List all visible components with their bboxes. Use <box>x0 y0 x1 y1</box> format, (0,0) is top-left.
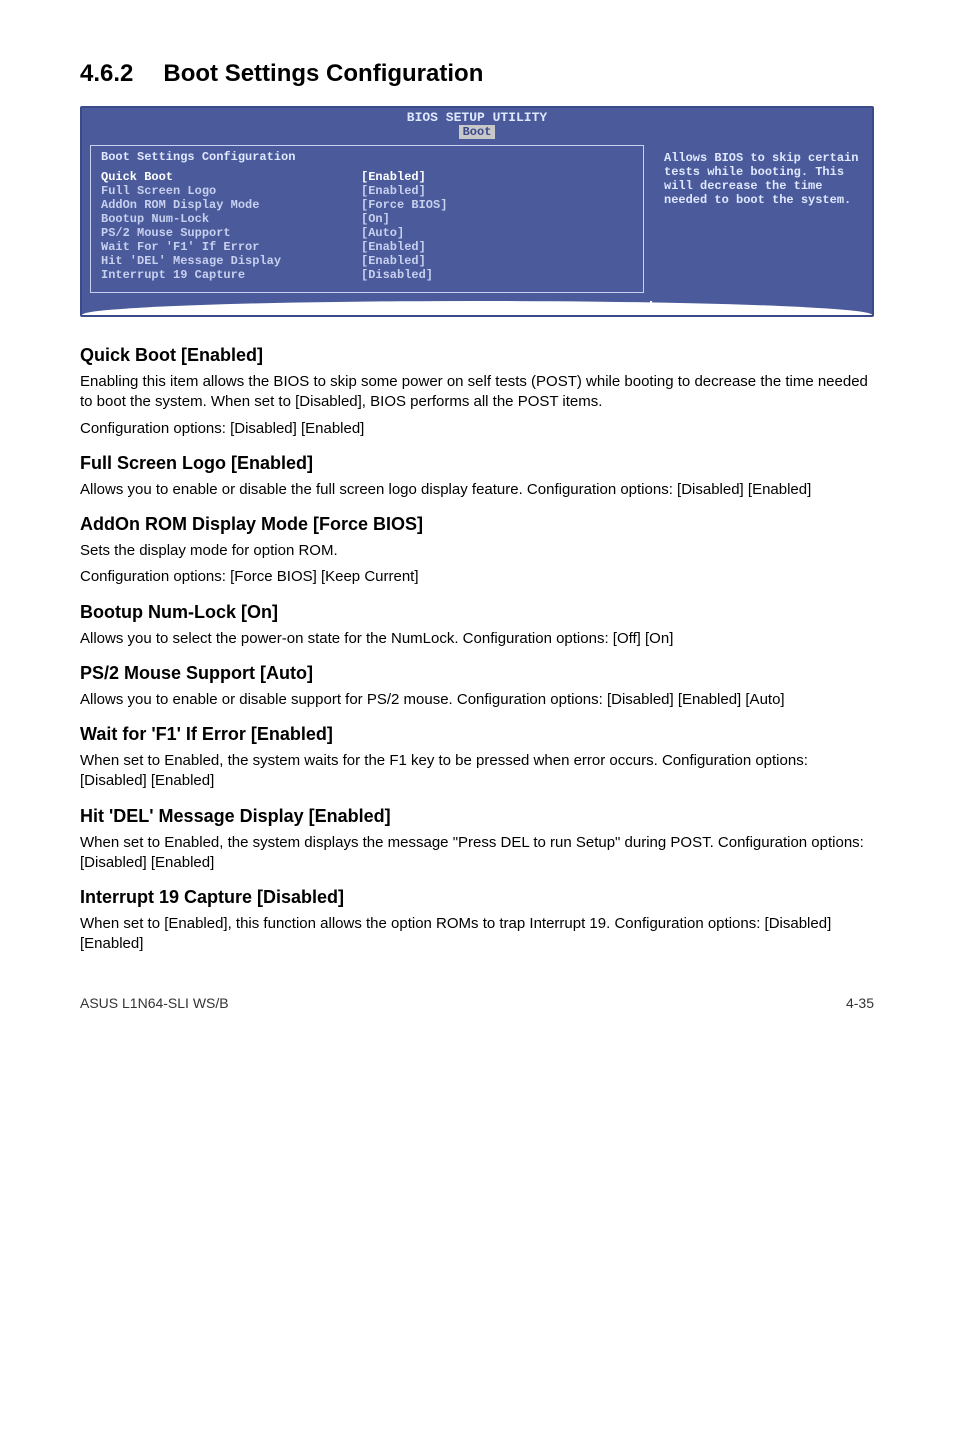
page-footer: ASUS L1N64-SLI WS/B 4-35 <box>80 995 874 1011</box>
setting-heading: Hit 'DEL' Message Display [Enabled] <box>80 806 874 827</box>
bios-tab-row: Boot <box>82 125 872 139</box>
bios-setting-row: Bootup Num-Lock[On] <box>101 212 633 226</box>
bios-setting-value: [Disabled] <box>361 268 433 282</box>
bios-setting-row: Wait For 'F1' If Error[Enabled] <box>101 240 633 254</box>
setting-heading: Wait for 'F1' If Error [Enabled] <box>80 724 874 745</box>
setting-heading: Quick Boot [Enabled] <box>80 345 874 366</box>
bios-setting-row: Quick Boot[Enabled] <box>101 170 633 184</box>
bios-setting-row: PS/2 Mouse Support[Auto] <box>101 226 633 240</box>
bios-setting-row: Interrupt 19 Capture[Disabled] <box>101 268 633 282</box>
section-title-text: Boot Settings Configuration <box>163 60 483 87</box>
setting-heading: PS/2 Mouse Support [Auto] <box>80 663 874 684</box>
footer-left: ASUS L1N64-SLI WS/B <box>80 995 229 1011</box>
bios-setting-value: [Enabled] <box>361 184 426 198</box>
setting-heading: AddOn ROM Display Mode [Force BIOS] <box>80 514 874 535</box>
bios-setting-label: Wait For 'F1' If Error <box>101 240 361 254</box>
setting-heading: Bootup Num-Lock [On] <box>80 602 874 623</box>
bios-setting-label: Quick Boot <box>101 170 361 184</box>
setting-description: When set to Enabled, the system displays… <box>80 833 874 874</box>
bios-active-tab: Boot <box>459 125 496 139</box>
setting-description: Allows you to enable or disable support … <box>80 690 874 710</box>
bios-setting-value: [Auto] <box>361 226 404 240</box>
bios-setting-label: AddOn ROM Display Mode <box>101 198 361 212</box>
bios-setting-value: [On] <box>361 212 390 226</box>
bios-setting-row: Hit 'DEL' Message Display[Enabled] <box>101 254 633 268</box>
setting-description: Allows you to select the power-on state … <box>80 629 874 649</box>
bios-setting-label: Hit 'DEL' Message Display <box>101 254 361 268</box>
bios-setting-row: Full Screen Logo[Enabled] <box>101 184 633 198</box>
bios-setting-label: Bootup Num-Lock <box>101 212 361 226</box>
bios-help-text: Allows BIOS to skip certain tests while … <box>652 143 872 303</box>
footer-right: 4-35 <box>846 995 874 1011</box>
bios-setting-label: PS/2 Mouse Support <box>101 226 361 240</box>
section-number: 4.6.2 <box>80 60 133 88</box>
setting-heading: Full Screen Logo [Enabled] <box>80 453 874 474</box>
bios-setting-value: [Enabled] <box>361 240 426 254</box>
bios-setting-value: [Enabled] <box>361 170 426 184</box>
setting-description: Configuration options: [Force BIOS] [Kee… <box>80 567 874 587</box>
setting-description: Allows you to enable or disable the full… <box>80 480 874 500</box>
setting-description: Sets the display mode for option ROM. <box>80 541 874 561</box>
setting-description: When set to Enabled, the system waits fo… <box>80 751 874 792</box>
bios-header: BIOS SETUP UTILITY <box>82 108 872 125</box>
bios-setting-value: [Enabled] <box>361 254 426 268</box>
bios-settings-panel: Boot Settings Configuration Quick Boot[E… <box>90 145 644 293</box>
setting-description: Configuration options: [Disabled] [Enabl… <box>80 419 874 439</box>
bios-panel-title: Boot Settings Configuration <box>101 150 633 164</box>
bios-screenshot: BIOS SETUP UTILITY Boot Boot Settings Co… <box>80 106 874 317</box>
setting-heading: Interrupt 19 Capture [Disabled] <box>80 887 874 908</box>
bios-setting-value: [Force BIOS] <box>361 198 447 212</box>
setting-description: Enabling this item allows the BIOS to sk… <box>80 372 874 413</box>
setting-description: When set to [Enabled], this function all… <box>80 914 874 955</box>
bios-setting-row: AddOn ROM Display Mode[Force BIOS] <box>101 198 633 212</box>
bios-setting-label: Interrupt 19 Capture <box>101 268 361 282</box>
section-heading: 4.6.2 Boot Settings Configuration <box>80 60 874 88</box>
bios-setting-label: Full Screen Logo <box>101 184 361 198</box>
